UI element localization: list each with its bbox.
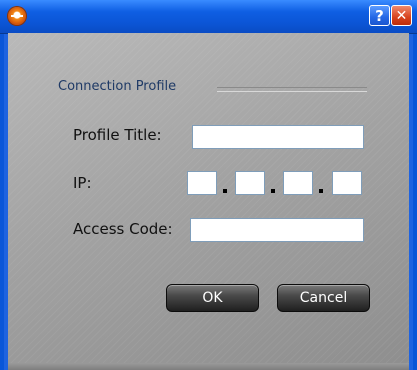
title-bar[interactable]: ? ✕ xyxy=(0,0,417,34)
profile-title-input[interactable] xyxy=(192,125,364,149)
ip-separator-dot xyxy=(223,189,227,193)
dialog-bottom-edge xyxy=(8,363,409,370)
access-code-input[interactable] xyxy=(190,218,364,242)
app-logo-icon xyxy=(8,7,26,25)
ip-octet-2-input[interactable] xyxy=(235,171,265,195)
close-button[interactable]: ✕ xyxy=(391,5,412,26)
profile-title-label: Profile Title: xyxy=(73,126,162,144)
ip-octet-4-input[interactable] xyxy=(332,171,362,195)
ip-label: IP: xyxy=(73,174,92,192)
ip-octet-1-input[interactable] xyxy=(187,171,217,195)
help-button[interactable]: ? xyxy=(369,5,390,26)
connection-profile-group-title: Connection Profile xyxy=(58,79,177,94)
cancel-button[interactable]: Cancel xyxy=(277,284,370,312)
ip-octet-3-input[interactable] xyxy=(283,171,313,195)
group-divider-line xyxy=(217,87,367,92)
ok-button[interactable]: OK xyxy=(166,284,259,312)
ip-separator-dot xyxy=(319,189,323,193)
ip-separator-dot xyxy=(271,189,275,193)
access-code-label: Access Code: xyxy=(73,220,173,238)
